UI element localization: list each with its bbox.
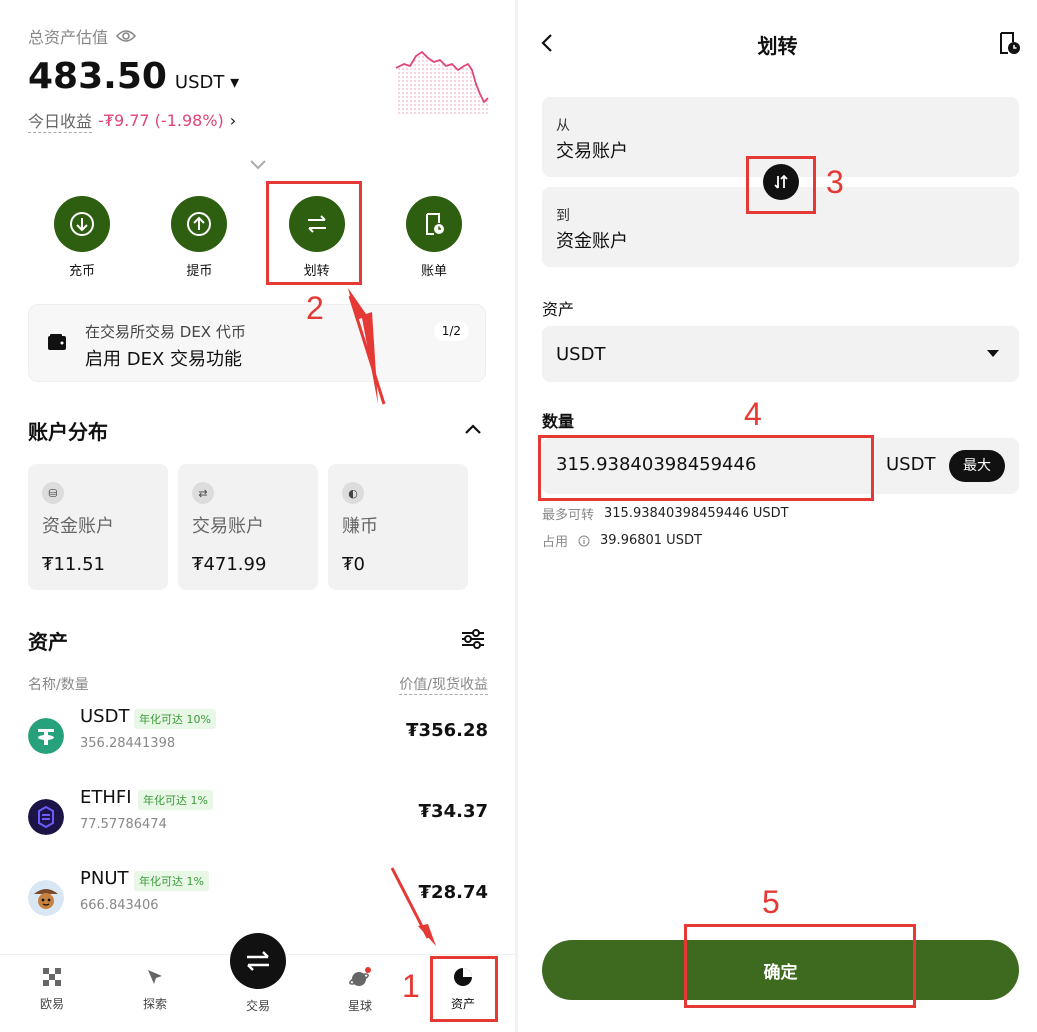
to-account-value: 资金账户 bbox=[556, 231, 628, 252]
planet-icon bbox=[349, 967, 371, 986]
okx-icon bbox=[43, 968, 61, 986]
annotation-number-3: 3 bbox=[826, 164, 844, 200]
account-card-earn[interactable]: ◐ 赚币 ₮0 bbox=[328, 464, 468, 590]
trading-icon: ⇄ bbox=[192, 482, 214, 504]
asset-row-usdt[interactable]: USDT 年化可达 10% 356.28441398 ₮356.28 bbox=[28, 706, 488, 766]
apy-tag: 年化可达 1% bbox=[134, 871, 209, 891]
annotation-number-1: 1 bbox=[402, 968, 420, 1004]
nav-item-okx[interactable]: 欧易 bbox=[22, 967, 82, 1012]
withdraw-button[interactable]: 提币 bbox=[169, 196, 229, 279]
asset-select[interactable]: USDT bbox=[542, 326, 1019, 382]
banner-pager: 1/2 bbox=[433, 321, 469, 341]
nav-item-trade[interactable]: 交易 bbox=[228, 997, 288, 1014]
chevron-down-icon[interactable] bbox=[248, 156, 268, 174]
from-account-value: 交易账户 bbox=[556, 141, 628, 162]
asset-row-ethfi[interactable]: ETHFI 年化可达 1% 77.57786474 ₮34.37 bbox=[28, 787, 488, 847]
chevron-right-icon: › bbox=[229, 111, 237, 130]
deposit-button[interactable]: 充币 bbox=[52, 196, 112, 279]
chevron-up-icon[interactable] bbox=[462, 420, 484, 438]
pnl-sparkline bbox=[395, 50, 489, 114]
bill-icon bbox=[425, 213, 444, 235]
account-card-trading[interactable]: ⇄ 交易账户 ₮471.99 bbox=[178, 464, 318, 590]
asset-columns: 名称/数量 价值/现货收益 bbox=[28, 674, 488, 695]
account-cards: ⛁ 资金账户 ₮11.51 ⇄ 交易账户 ₮471.99 ◐ 赚币 ₮0 bbox=[28, 464, 468, 590]
account-card-funding[interactable]: ⛁ 资金账户 ₮11.51 bbox=[28, 464, 168, 590]
eye-icon[interactable] bbox=[116, 29, 137, 43]
earn-icon: ◐ bbox=[342, 482, 364, 504]
today-pnl-row[interactable]: 今日收益 -₮9.77 (-1.98%) › bbox=[28, 108, 236, 133]
estimate-label-row: 总资产估值 bbox=[28, 24, 137, 48]
transfer-screen: 划转 从 交易账户 到 资金账户 资产 USDT 数量 315.93840398… bbox=[518, 0, 1037, 1032]
trade-icon bbox=[247, 951, 269, 971]
page-title: 划转 bbox=[757, 34, 798, 58]
amount-label: 数量 bbox=[542, 412, 575, 431]
explore-icon bbox=[148, 970, 162, 984]
annotation-number-4: 4 bbox=[744, 396, 762, 432]
assets-title: 资产 bbox=[28, 630, 68, 654]
bill-button[interactable]: 账单 bbox=[404, 196, 464, 279]
annotation-box-2 bbox=[266, 181, 362, 285]
usdt-logo-icon bbox=[28, 718, 64, 754]
quick-actions: 充币 提币 划转 账单 bbox=[28, 196, 488, 279]
assets-screen: 总资产估值 483.50 USDT ▾ 今日收益 -₮9.77 (-1.98%)… bbox=[0, 0, 515, 1032]
today-label: 今日收益 bbox=[28, 108, 93, 133]
asset-row-pnut[interactable]: PNUT 年化可达 1% 666.843406 ₮28.74 bbox=[28, 868, 488, 928]
occupied-row: 占用 39.96801 USDT bbox=[542, 533, 702, 550]
today-pnl: -₮9.77 (-1.98%) bbox=[98, 111, 224, 130]
annotation-box-4 bbox=[538, 435, 874, 501]
max-transferable-row: 最多可转 315.93840398459446 USDT bbox=[542, 506, 789, 523]
annotation-number-5: 5 bbox=[762, 884, 780, 920]
pnut-logo-icon bbox=[28, 880, 64, 916]
annotation-box-5 bbox=[684, 924, 916, 1008]
account-distribution-title: 账户分布 bbox=[28, 420, 108, 444]
ethfi-logo-icon bbox=[28, 799, 64, 835]
amount-unit: USDT bbox=[886, 454, 936, 475]
total-number: 483.50 bbox=[28, 56, 167, 97]
annotation-box-3 bbox=[746, 156, 816, 214]
withdraw-icon bbox=[187, 212, 212, 236]
deposit-icon bbox=[70, 212, 94, 236]
apy-tag: 年化可达 1% bbox=[138, 790, 213, 810]
annotation-box-1 bbox=[430, 956, 498, 1022]
total-value: 483.50 USDT ▾ bbox=[28, 56, 239, 97]
nav-item-planet[interactable]: 星球 bbox=[330, 967, 390, 1014]
nav-item-explore[interactable]: 探索 bbox=[125, 967, 185, 1012]
banner-line2: 启用 DEX 交易功能 bbox=[85, 349, 243, 370]
dex-banner[interactable]: 在交易所交易 DEX 代币 启用 DEX 交易功能 1/2 bbox=[28, 304, 486, 382]
info-icon[interactable] bbox=[578, 535, 590, 547]
banner-line1: 在交易所交易 DEX 代币 bbox=[85, 323, 246, 341]
wallet-icon bbox=[48, 334, 66, 350]
funding-icon: ⛁ bbox=[42, 482, 64, 504]
annotation-number-2: 2 bbox=[306, 290, 324, 326]
apy-tag: 年化可达 10% bbox=[134, 709, 216, 729]
caret-down-icon bbox=[987, 350, 999, 357]
trade-fab-button[interactable] bbox=[230, 933, 286, 989]
history-icon[interactable] bbox=[996, 30, 1022, 56]
filter-icon[interactable] bbox=[460, 628, 486, 650]
estimate-label: 总资产估值 bbox=[28, 28, 109, 47]
max-button[interactable]: 最大 bbox=[949, 450, 1005, 482]
currency-selector[interactable]: USDT ▾ bbox=[175, 72, 239, 93]
asset-label: 资产 bbox=[542, 300, 575, 319]
